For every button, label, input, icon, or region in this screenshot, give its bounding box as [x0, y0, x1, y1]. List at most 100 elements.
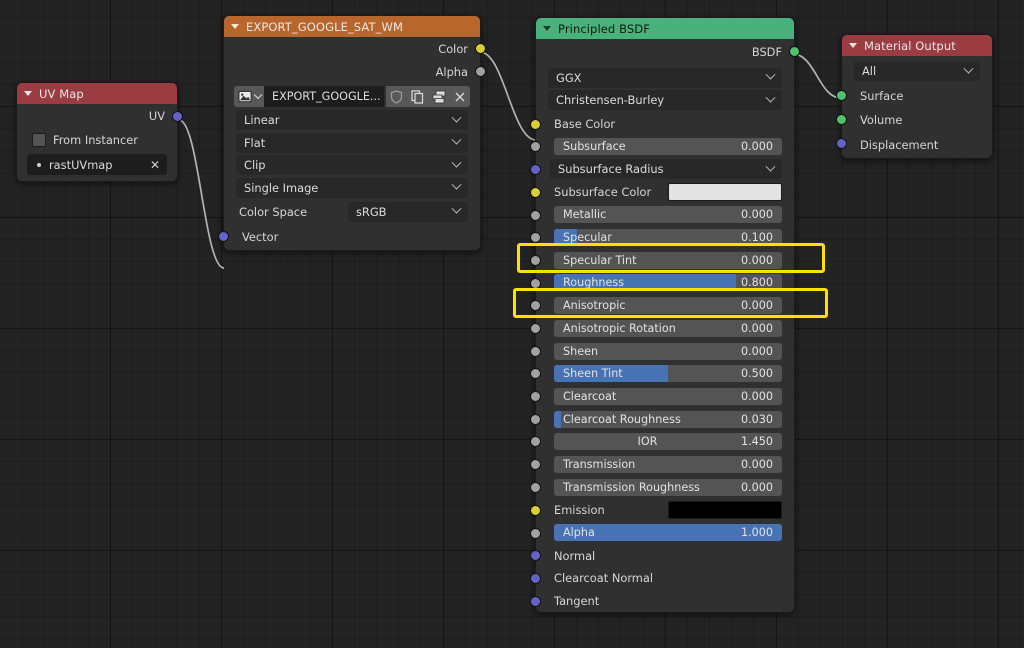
node-material-output[interactable]: Material Output All Surface Volume Displ… [836, 34, 993, 159]
socket-sheen-tint-input[interactable] [530, 368, 541, 380]
color-swatch-emission[interactable] [668, 501, 782, 519]
color-space-dropdown[interactable]: sRGB [348, 201, 468, 222]
pack-icon[interactable] [428, 86, 449, 107]
socket-tangent-input[interactable] [530, 595, 541, 607]
chevron-down-icon[interactable] [451, 203, 462, 214]
socket-displacement-input[interactable] [836, 138, 847, 149]
collapse-triangle-icon[interactable] [24, 91, 32, 96]
socket-metallic-input[interactable] [530, 209, 541, 221]
socket-bsdf-output[interactable] [789, 46, 800, 57]
bsdf-input-row: Clearcoat 0.000 [530, 385, 794, 408]
socket-vector-input[interactable] [218, 231, 229, 242]
socket-surface-input[interactable] [836, 90, 847, 101]
checkbox-box-icon[interactable] [32, 133, 46, 147]
chevron-down-icon[interactable] [963, 63, 974, 74]
checkbox-from-instancer[interactable]: From Instancer [17, 128, 177, 152]
node-image-texture-header[interactable]: EXPORT_GOOGLE_SAT_WM [224, 16, 480, 37]
node-principled-bsdf[interactable]: Principled BSDF BSDF GGX Christensen-Bur… [530, 17, 800, 614]
unlink-x-icon[interactable] [449, 86, 470, 107]
slider-subsurface[interactable]: Subsurface 0.000 [554, 138, 782, 156]
socket-specular-tint-input[interactable] [530, 254, 541, 266]
socket-base-color-input[interactable] [530, 118, 541, 130]
socket-clearcoat-normal-input[interactable] [530, 572, 541, 584]
socket-emission-input[interactable] [530, 504, 541, 516]
socket-clearcoat-roughness-input[interactable] [530, 413, 541, 425]
slider-sheen-tint[interactable]: Sheen Tint 0.500 [554, 365, 782, 383]
socket-subsurface-input[interactable] [530, 141, 541, 153]
slider-clearcoat-roughness[interactable]: Clearcoat Roughness 0.030 [554, 410, 782, 428]
socket-uv-output[interactable] [172, 110, 183, 122]
chevron-down-icon[interactable] [765, 92, 776, 103]
chevron-down-icon[interactable] [765, 161, 776, 172]
image-browse-icon[interactable] [234, 86, 264, 107]
socket-volume-input[interactable] [836, 114, 847, 125]
slider-anisotropic-rotation[interactable]: Anisotropic Rotation 0.000 [554, 319, 782, 337]
node-image-texture[interactable]: EXPORT_GOOGLE_SAT_WM Color Alpha EXPORT_… [218, 15, 486, 251]
node-editor-canvas[interactable]: UV Map UV From Instancer rastUVmap ✕ EXP… [0, 0, 1024, 648]
x-icon[interactable]: ✕ [150, 159, 160, 171]
chevron-down-icon[interactable] [451, 157, 462, 168]
output-label-uv: UV [148, 109, 165, 123]
swatch-label: Emission [554, 503, 605, 517]
slider-transmission[interactable]: Transmission 0.000 [554, 455, 782, 473]
chevron-down-icon[interactable] [253, 90, 263, 99]
socket-ior-input[interactable] [530, 436, 541, 448]
projection-dropdown[interactable]: Flat [236, 132, 468, 153]
socket-transmission-roughness-input[interactable] [530, 481, 541, 493]
slider-specular-tint[interactable]: Specular Tint 0.000 [554, 251, 782, 269]
socket-subsurface-color-input[interactable] [530, 186, 541, 198]
socket-alpha-input[interactable] [530, 527, 541, 539]
image-name-field[interactable]: EXPORT_GOOGLE... [264, 86, 384, 107]
node-uv-map-header[interactable]: UV Map [17, 83, 177, 104]
checkbox-from-instancer-label: From Instancer [53, 133, 138, 147]
socket-alpha-output[interactable] [475, 66, 486, 77]
slider-specular[interactable]: Specular 0.100 [554, 229, 782, 247]
socket-clearcoat-input[interactable] [530, 391, 541, 403]
source-dropdown[interactable]: Single Image [236, 177, 468, 198]
collapse-triangle-icon[interactable] [849, 43, 857, 48]
interpolation-dropdown[interactable]: Linear [236, 110, 468, 130]
node-principled-bsdf-header[interactable]: Principled BSDF [536, 18, 794, 39]
slider-value: 0.800 [740, 276, 773, 290]
slider-value: 0.500 [740, 367, 773, 381]
input-label: Base Color [554, 116, 616, 131]
chevron-down-icon[interactable] [451, 112, 462, 123]
target-dropdown[interactable]: All [854, 61, 980, 81]
chevron-down-icon[interactable] [451, 179, 462, 190]
slider-anisotropic[interactable]: Anisotropic 0.000 [554, 297, 782, 315]
node-material-output-header[interactable]: Material Output [842, 35, 992, 56]
copy-icon[interactable] [407, 86, 428, 107]
socket-transmission-input[interactable] [530, 459, 541, 471]
slider-alpha[interactable]: Alpha 1.000 [554, 524, 782, 542]
socket-subsurface-radius-input[interactable] [530, 163, 541, 175]
extension-dropdown[interactable]: Clip [236, 155, 468, 175]
slider-label: Subsurface [563, 140, 626, 154]
slider-ior[interactable]: IOR 1.450 [554, 433, 782, 451]
socket-roughness-input[interactable] [530, 277, 541, 289]
slider-roughness[interactable]: Roughness 0.800 [554, 274, 782, 292]
shield-icon[interactable] [386, 86, 407, 107]
slider-clearcoat[interactable]: Clearcoat 0.000 [554, 387, 782, 405]
slider-value: 0.000 [740, 480, 773, 494]
socket-color-output[interactable] [475, 43, 486, 54]
slider-transmission-roughness[interactable]: Transmission Roughness 0.000 [554, 478, 782, 496]
slider-value: 1.000 [740, 526, 773, 540]
color-swatch-subsurface-color[interactable] [668, 183, 782, 202]
chevron-down-icon[interactable] [765, 69, 776, 80]
slider-sheen[interactable]: Sheen 0.000 [554, 342, 782, 360]
subsurface-method-dropdown[interactable]: Christensen-Burley [548, 90, 782, 110]
slider-metallic[interactable]: Metallic 0.000 [554, 206, 782, 224]
socket-anisotropic-rotation-input[interactable] [530, 323, 541, 334]
chevron-down-icon[interactable] [451, 134, 462, 145]
socket-sheen-input[interactable] [530, 345, 541, 357]
image-datablock-toolbar[interactable]: EXPORT_GOOGLE... [234, 86, 470, 107]
socket-anisotropic-input[interactable] [530, 300, 541, 312]
collapse-triangle-icon[interactable] [231, 24, 239, 29]
uv-layer-field[interactable]: rastUVmap ✕ [27, 154, 167, 175]
socket-specular-input[interactable] [530, 232, 541, 244]
dropdown-subsurface-radius[interactable]: Subsurface Radius [550, 159, 782, 180]
distribution-dropdown[interactable]: GGX [548, 67, 782, 88]
collapse-triangle-icon[interactable] [543, 26, 551, 31]
slider-label: Sheen Tint [563, 367, 623, 381]
node-uv-map[interactable]: UV Map UV From Instancer rastUVmap ✕ [16, 82, 183, 182]
